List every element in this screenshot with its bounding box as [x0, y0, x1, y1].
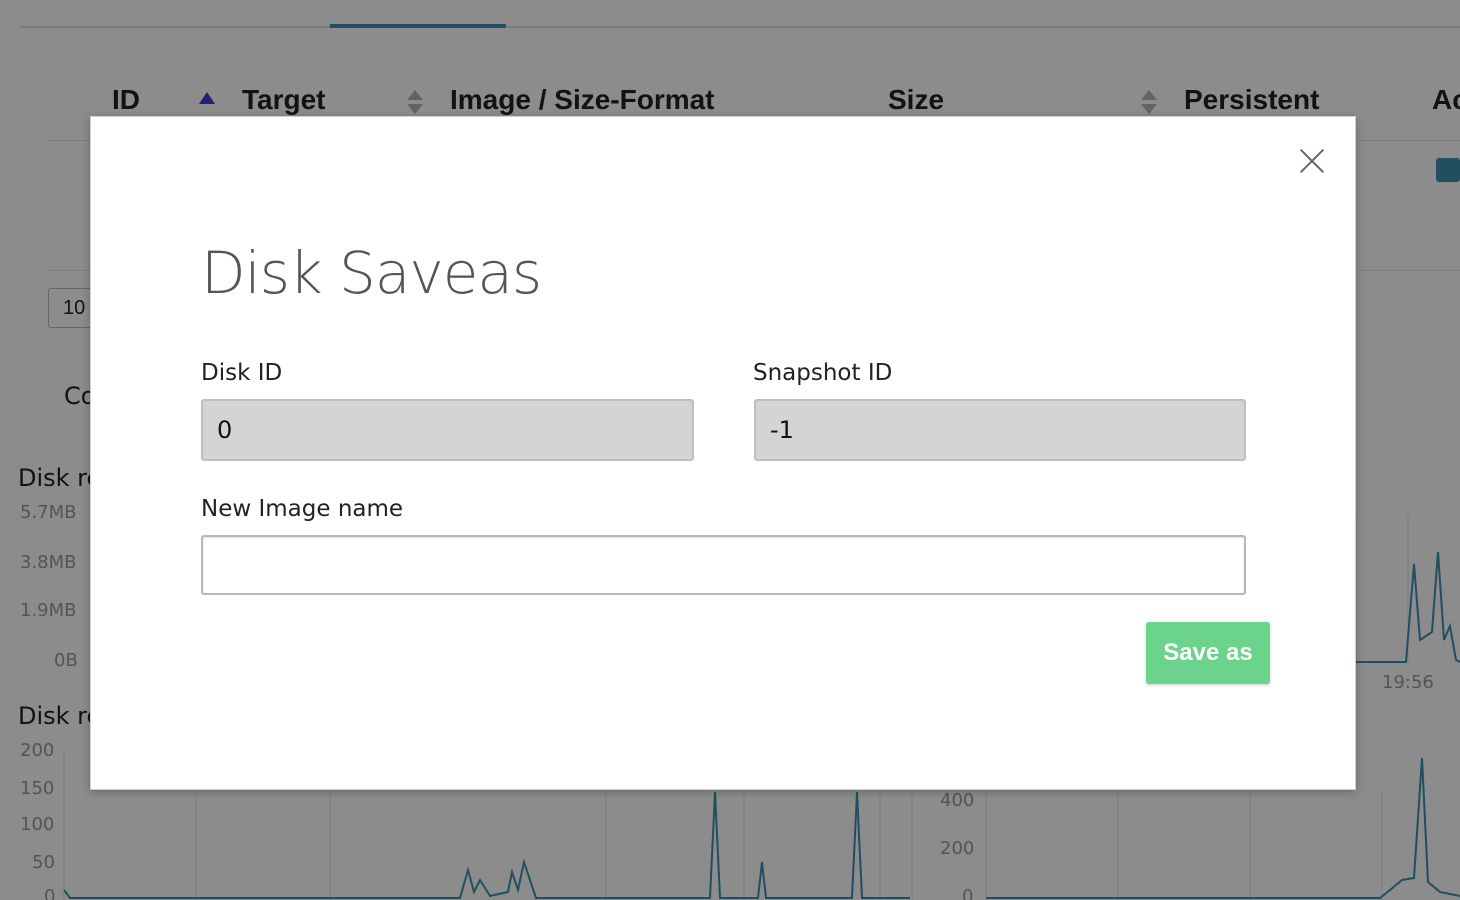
disk-id-field[interactable] — [201, 399, 694, 461]
disk-saveas-dialog: Disk Saveas Disk ID Snapshot ID New Imag… — [90, 116, 1356, 790]
disk-id-label: Disk ID — [201, 360, 283, 386]
new-image-name-input[interactable] — [201, 535, 1246, 595]
dialog-title: Disk Saveas — [201, 239, 542, 307]
snapshot-id-label: Snapshot ID — [753, 360, 893, 386]
snapshot-id-field[interactable] — [754, 399, 1246, 461]
close-icon[interactable] — [1297, 145, 1327, 175]
save-as-button[interactable]: Save as — [1146, 622, 1270, 684]
new-image-name-label: New Image name — [201, 496, 404, 522]
page: ID Target Image / Size-Format Size Persi… — [0, 0, 1460, 900]
